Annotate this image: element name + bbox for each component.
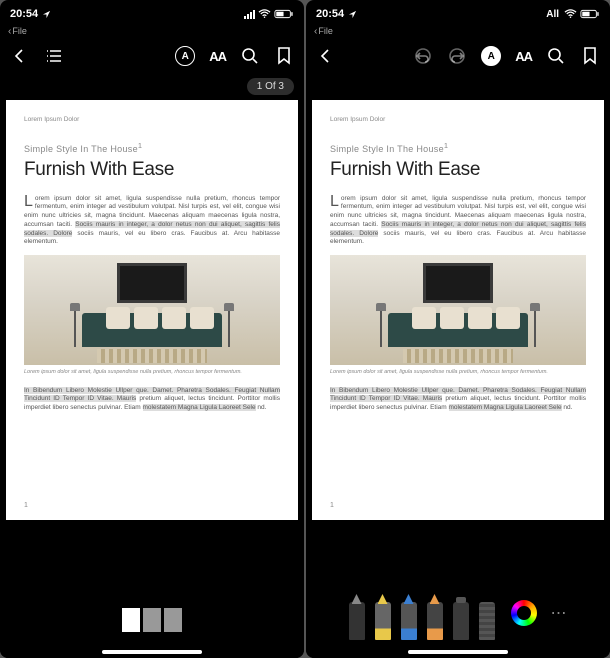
pen-highlighter[interactable]: [375, 602, 391, 640]
appearance-label: A: [182, 51, 189, 62]
wifi-icon: [258, 9, 271, 19]
doc-header: Lorem Ipsum Dolor: [24, 116, 280, 125]
doc-subtitle: Simple Style In The House1: [330, 141, 586, 155]
more-icon[interactable]: ⋯: [551, 603, 568, 623]
bottom-bar-drawtools: ⋯: [306, 578, 610, 658]
back-icon[interactable]: [316, 46, 336, 66]
bookmark-icon[interactable]: [274, 46, 294, 66]
document-page: Lorem Ipsum Dolor Simple Style In The Ho…: [6, 100, 298, 520]
signal-icon: [244, 10, 255, 19]
battery-icon: [274, 9, 294, 19]
toolbar-left: A AA: [0, 39, 304, 73]
doc-title: Furnish With Ease: [24, 157, 280, 183]
doc-body-2: In Bibendum Libero Molestie Ullper que. …: [24, 387, 280, 413]
back-icon[interactable]: [10, 46, 30, 66]
pen-eraser[interactable]: [453, 602, 469, 640]
doc-title: Furnish With Ease: [330, 157, 586, 183]
pen-ruler[interactable]: [479, 602, 495, 640]
status-time: 20:54: [316, 8, 344, 20]
doc-image: [24, 255, 280, 365]
search-icon[interactable]: [546, 46, 566, 66]
status-bar: 20:54 All: [306, 0, 610, 24]
color-picker[interactable]: [511, 600, 537, 626]
search-icon[interactable]: [240, 46, 260, 66]
toolbar-right: A AA: [306, 39, 610, 73]
drawing-toolbar: ⋯: [306, 586, 610, 640]
home-indicator[interactable]: [408, 650, 508, 654]
network-label: All: [546, 9, 559, 20]
redo-icon[interactable]: [447, 46, 467, 66]
doc-body-1: Lorem ipsum dolor sit amet, ligula suspe…: [24, 195, 280, 248]
document-viewport[interactable]: Lorem Ipsum Dolor Simple Style In The Ho…: [312, 100, 604, 578]
thumb-3[interactable]: [164, 608, 182, 632]
phone-left: 20:54 File A AA 1 Of 3 Lorem Ipsum Dolor…: [0, 0, 304, 658]
doc-page-number: 1: [330, 501, 334, 510]
status-time: 20:54: [10, 8, 38, 20]
doc-caption: Lorem ipsum dolor sit amet, ligula suspe…: [24, 369, 280, 376]
page-counter: 1 Of 3: [247, 78, 294, 95]
wifi-icon: [564, 9, 577, 19]
thumb-2[interactable]: [143, 608, 161, 632]
appearance-icon[interactable]: A: [481, 46, 501, 66]
file-tab[interactable]: File: [306, 24, 610, 39]
doc-header: Lorem Ipsum Dolor: [330, 116, 586, 125]
bookmark-icon[interactable]: [580, 46, 600, 66]
text-size-button[interactable]: AA: [209, 49, 226, 64]
bottom-bar-thumbs: [0, 578, 304, 658]
pen-fine[interactable]: [349, 602, 365, 640]
file-tab[interactable]: File: [0, 24, 304, 39]
thumb-1[interactable]: [122, 608, 140, 632]
doc-body-2: In Bibendum Libero Molestie Ullper que. …: [330, 387, 586, 413]
text-size-button[interactable]: AA: [515, 49, 532, 64]
status-bar: 20:54: [0, 0, 304, 24]
document-page: Lorem Ipsum Dolor Simple Style In The Ho…: [312, 100, 604, 520]
undo-icon[interactable]: [413, 46, 433, 66]
pen-blue[interactable]: [401, 602, 417, 640]
appearance-icon[interactable]: A: [175, 46, 195, 66]
location-icon: [348, 10, 357, 19]
appearance-label: A: [488, 51, 495, 62]
doc-caption: Lorem ipsum dolor sit amet, ligula suspe…: [330, 369, 586, 376]
battery-icon: [580, 9, 600, 19]
home-indicator[interactable]: [102, 650, 202, 654]
page-thumbnails[interactable]: [122, 608, 182, 632]
location-icon: [42, 10, 51, 19]
doc-body-1: Lorem ipsum dolor sit amet, ligula suspe…: [330, 195, 586, 248]
phone-right: 20:54 All File A AA Lorem Ipsum Dolor Si…: [306, 0, 610, 658]
doc-subtitle: Simple Style In The House1: [24, 141, 280, 155]
doc-page-number: 1: [24, 501, 28, 510]
document-viewport[interactable]: Lorem Ipsum Dolor Simple Style In The Ho…: [6, 100, 298, 578]
pen-pencil[interactable]: [427, 602, 443, 640]
list-icon[interactable]: [44, 46, 64, 66]
doc-image: [330, 255, 586, 365]
